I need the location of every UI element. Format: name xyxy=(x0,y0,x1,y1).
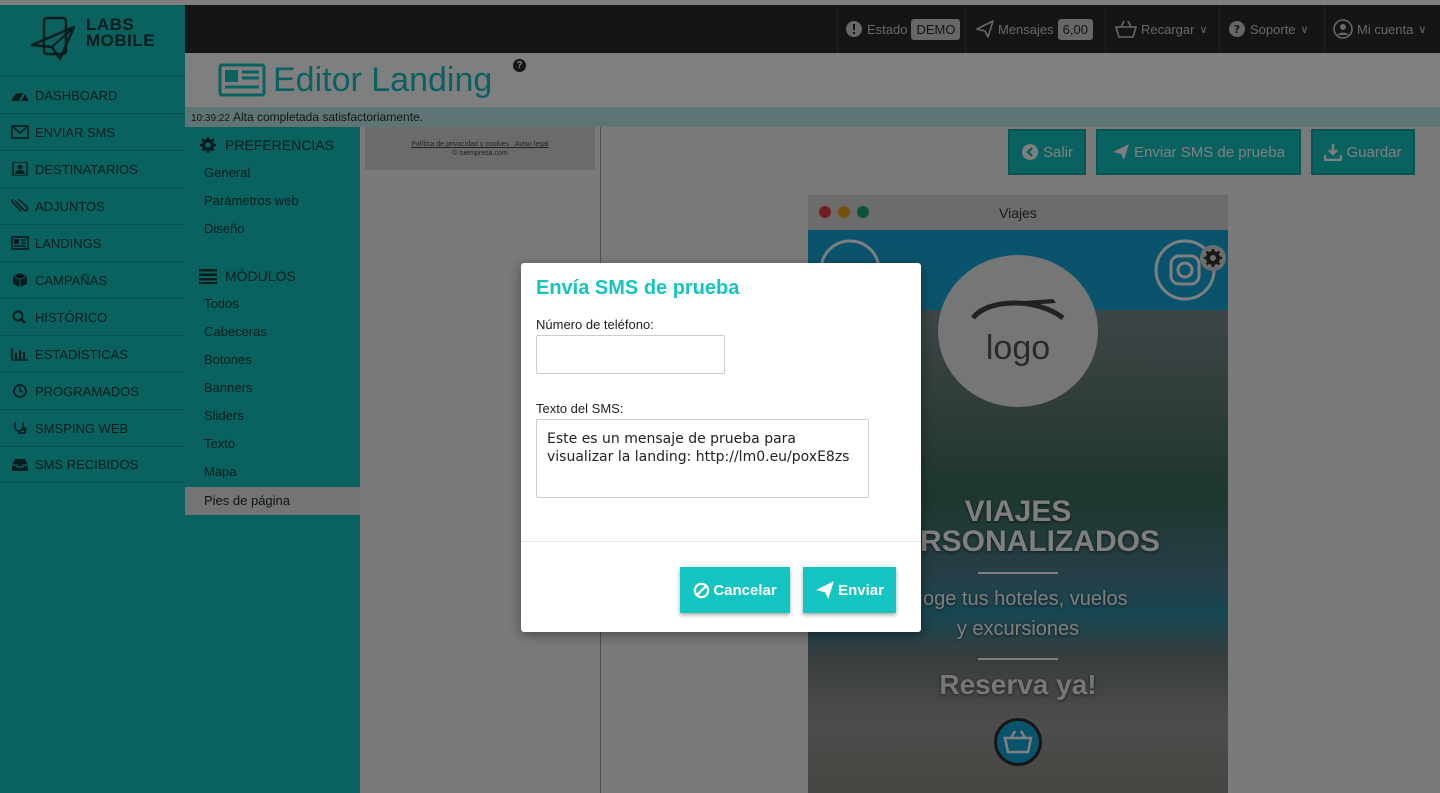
phone-number-input[interactable] xyxy=(536,335,725,374)
phone-label: Número de teléfono: xyxy=(536,317,654,332)
sms-text-textarea[interactable]: Este es un mensaje de prueba para visual… xyxy=(536,419,869,498)
sms-text-label: Texto del SMS: xyxy=(536,401,624,416)
paper-plane-icon xyxy=(816,581,834,599)
send-label: Enviar xyxy=(838,581,884,599)
cancel-label: Cancelar xyxy=(713,581,777,599)
modal-title: Envía SMS de prueba xyxy=(536,277,740,299)
page: LABS MOBILE DASHBOARD ENVIAR SMS DESTINA… xyxy=(0,0,1440,793)
ban-icon xyxy=(694,582,710,598)
modal-footer-divider xyxy=(521,541,921,542)
sms-test-modal: Envía SMS de prueba Número de teléfono: … xyxy=(521,263,921,632)
cancel-button[interactable]: Cancelar xyxy=(680,567,790,613)
send-button[interactable]: Enviar xyxy=(803,567,896,613)
